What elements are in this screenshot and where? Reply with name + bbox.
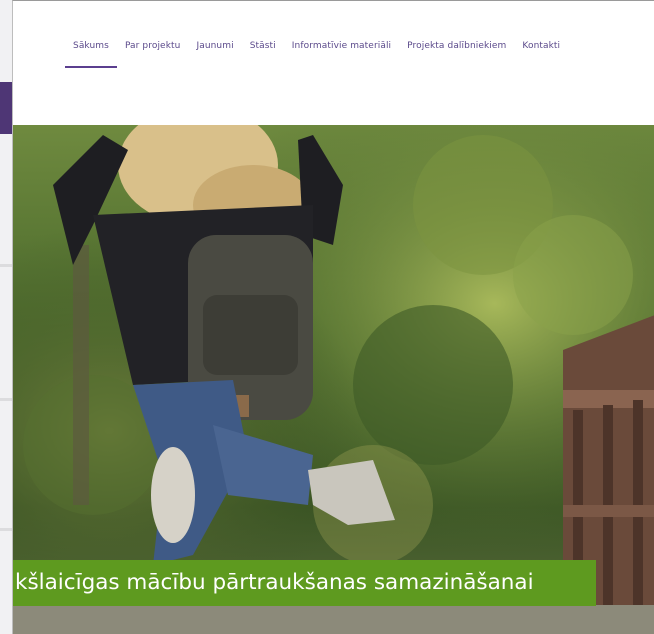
- nav-item-stasti[interactable]: Stāsti: [242, 41, 284, 69]
- background-header-strip: [0, 82, 12, 134]
- nav-item-informativie-materiali[interactable]: Informatīvie materiāli: [284, 41, 399, 69]
- hero-banner: kšlaicīgas mācību pārtraukšanas samazinā…: [13, 125, 654, 634]
- nav-item-par-projektu[interactable]: Par projektu: [117, 41, 189, 69]
- nav-item-sakums[interactable]: Sākums: [65, 41, 117, 69]
- background-page-edge: [0, 0, 12, 634]
- nav-item-kontakti[interactable]: Kontakti: [514, 41, 568, 69]
- page-frame: Sākums Par projektu Jaunumi Stāsti Infor…: [12, 0, 654, 634]
- nav-item-projekta-dalibniekiem[interactable]: Projekta dalībniekiem: [399, 41, 514, 69]
- hero-caption: kšlaicīgas mācību pārtraukšanas samazinā…: [13, 560, 596, 606]
- main-navigation: Sākums Par projektu Jaunumi Stāsti Infor…: [65, 41, 568, 71]
- hero-image: [13, 125, 654, 634]
- background-divider: [0, 264, 12, 267]
- background-divider: [0, 528, 12, 531]
- background-divider: [0, 398, 12, 401]
- nav-item-jaunumi[interactable]: Jaunumi: [188, 41, 241, 69]
